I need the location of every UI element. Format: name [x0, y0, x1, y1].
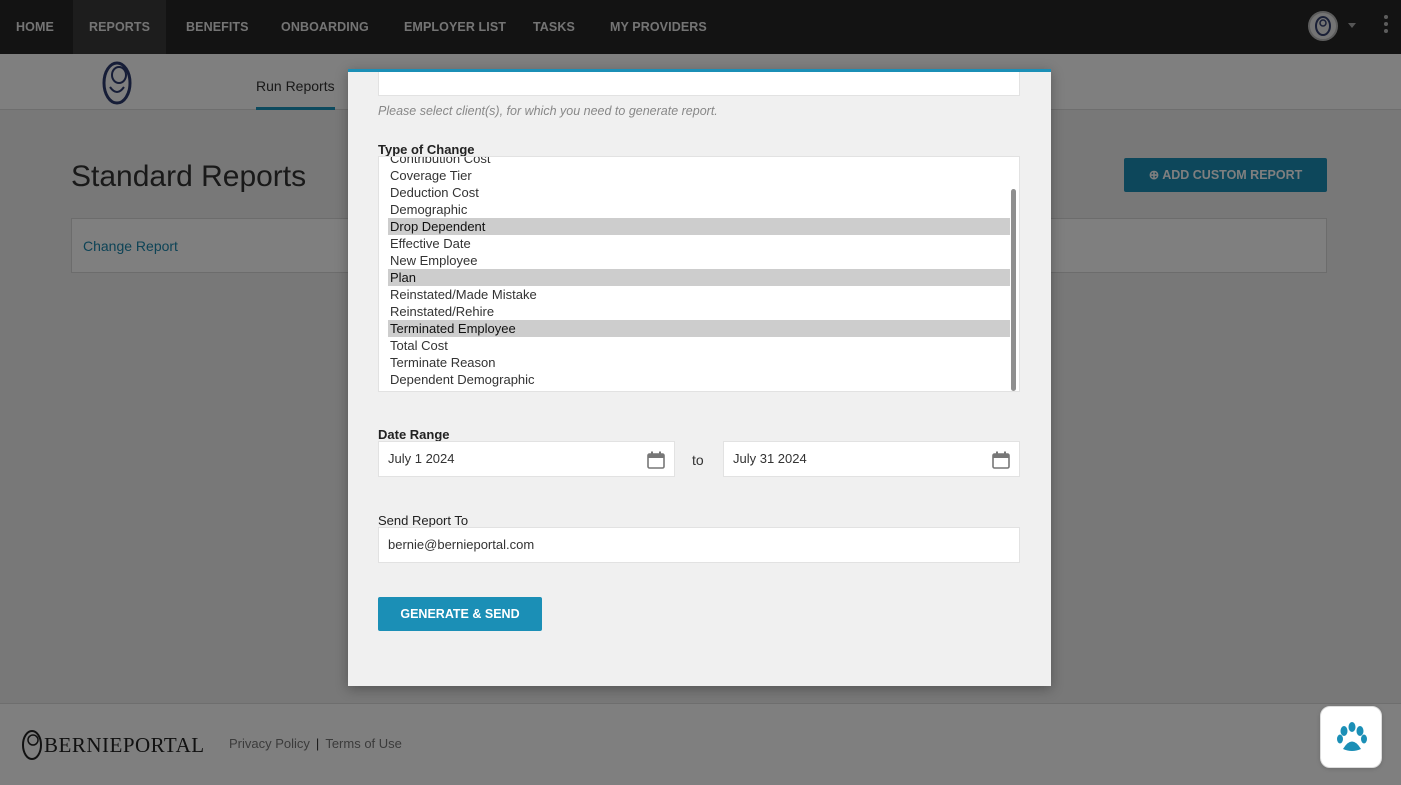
date-from-input[interactable]: July 1 2024	[378, 441, 675, 477]
send-report-email-input[interactable]: bernie@bernieportal.com	[378, 527, 1020, 563]
send-report-to-label: Send Report To	[378, 513, 469, 528]
calendar-icon[interactable]	[647, 451, 665, 469]
client-help-text: Please select client(s), for which you n…	[378, 104, 718, 118]
list-item[interactable]: Effective Date	[388, 235, 1010, 252]
list-item[interactable]: Terminated Employee	[388, 320, 1010, 337]
chat-widget-button[interactable]	[1320, 706, 1382, 768]
list-item[interactable]: Reinstated/Made Mistake	[388, 286, 1010, 303]
generate-and-send-button[interactable]: GENERATE & SEND	[378, 597, 542, 631]
date-to-value: July 31 2024	[733, 451, 807, 466]
date-to-separator: to	[692, 452, 704, 468]
type-of-change-label: Type of Change	[378, 142, 475, 157]
list-item[interactable]: Dependent Demographic	[388, 371, 1010, 388]
date-to-input[interactable]: July 31 2024	[723, 441, 1020, 477]
list-item[interactable]: Reinstated/Rehire	[388, 303, 1010, 320]
list-item[interactable]: Deduction Cost	[388, 184, 1010, 201]
list-item[interactable]: Plan	[388, 269, 1010, 286]
list-item[interactable]: New Employee	[388, 252, 1010, 269]
list-item[interactable]: Demographic	[388, 201, 1010, 218]
list-item[interactable]: Drop Dependent	[388, 218, 1010, 235]
list-item[interactable]: Total Cost	[388, 337, 1010, 354]
listbox-scrollbar[interactable]	[1011, 189, 1016, 391]
type-of-change-listbox[interactable]: Contribution Cost Coverage Tier Deduction …	[378, 156, 1020, 392]
date-range-label: Date Range	[378, 427, 450, 442]
list-item[interactable]: Terminate Reason	[388, 354, 1010, 371]
list-item[interactable]: Contribution Cost	[388, 157, 1010, 167]
paw-icon	[1337, 722, 1367, 751]
list-item[interactable]: Coverage Tier	[388, 167, 1010, 184]
date-from-value: July 1 2024	[388, 451, 455, 466]
client-select[interactable]	[378, 72, 1020, 96]
generate-report-modal: Please select client(s), for which you n…	[348, 69, 1051, 686]
calendar-icon[interactable]	[992, 451, 1010, 469]
